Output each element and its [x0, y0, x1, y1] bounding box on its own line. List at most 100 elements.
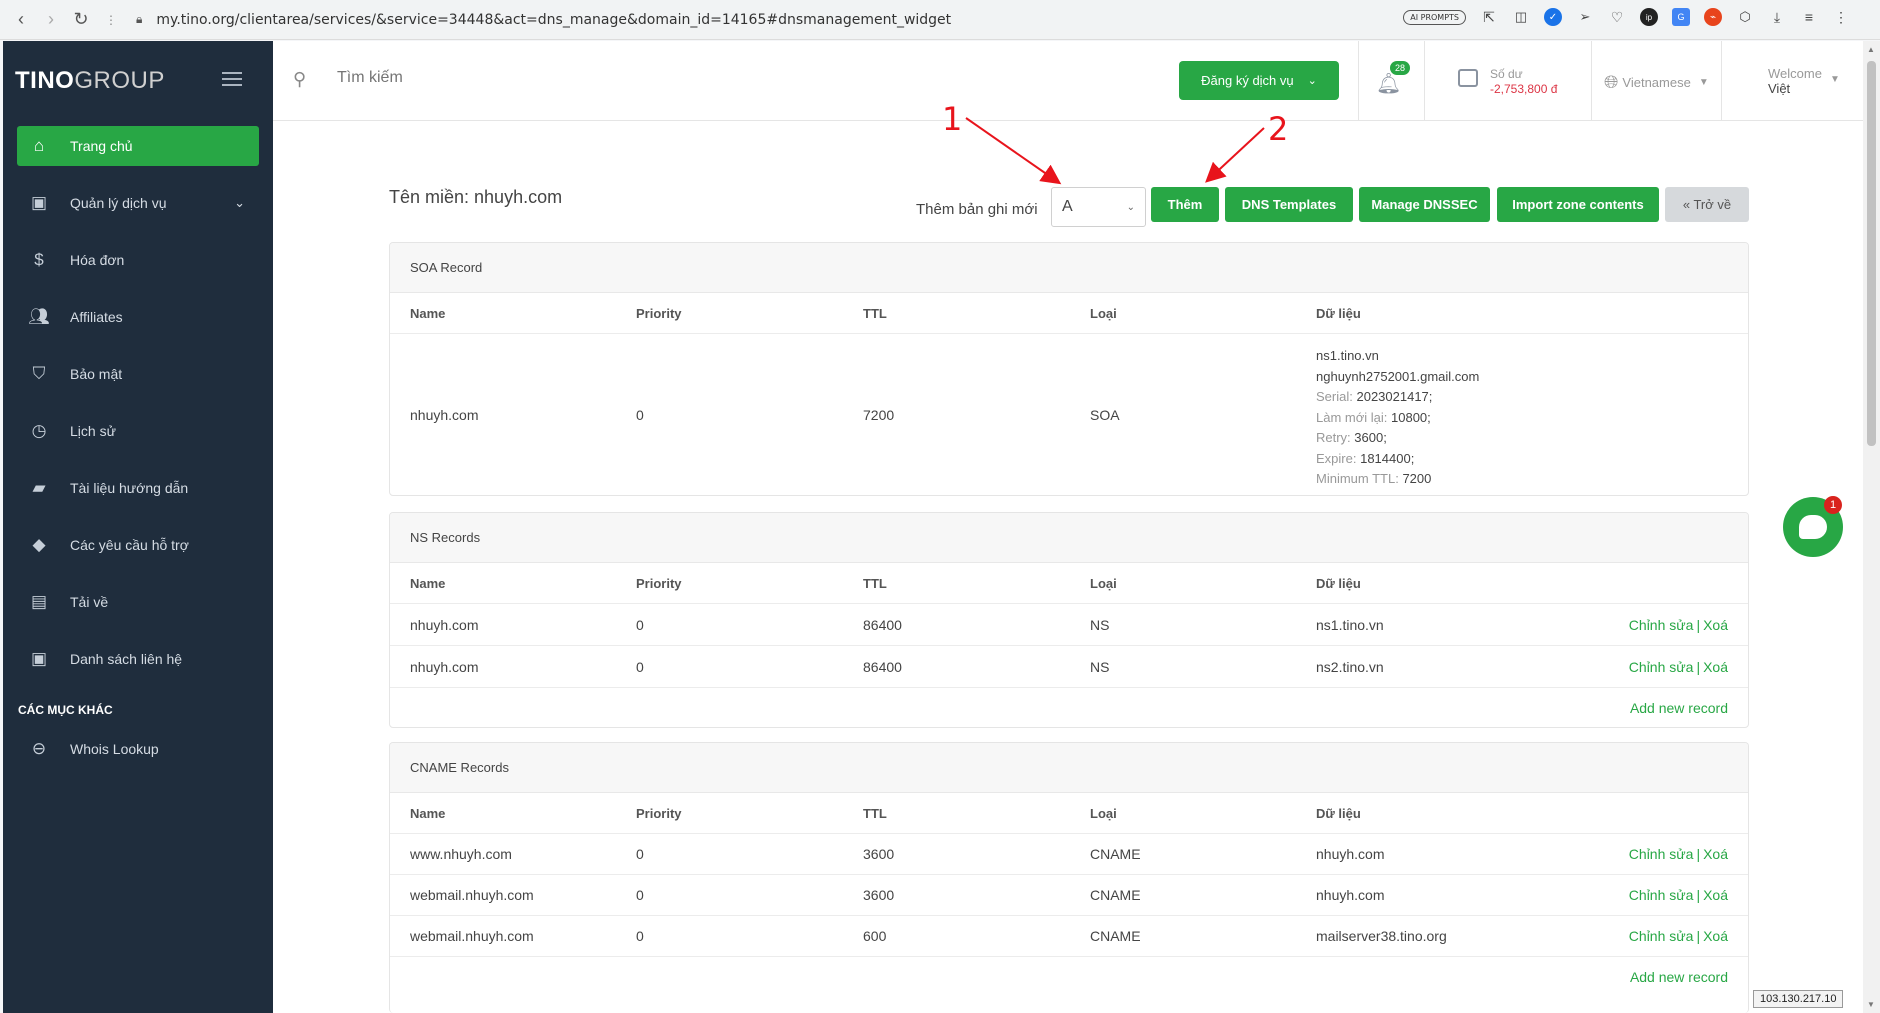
register-service-button[interactable]: Đăng ký dịch vụ ⌄ — [1179, 61, 1339, 100]
chevron-down-icon: ⌄ — [1307, 75, 1317, 87]
record-ttl: 3600 — [863, 887, 895, 903]
sidebar-menu: ⌂ Trang chủ ▣ Quản lý dịch vụ ⌄ $ Hóa đơ… — [3, 126, 273, 769]
ai-prompts-extension[interactable]: AI PROMPTS — [1403, 9, 1466, 25]
link-icon: ⊖ — [31, 739, 47, 758]
sidebar-item-affiliates[interactable]: 👥︎ Affiliates — [3, 288, 273, 345]
user-name[interactable]: Việt — [1768, 81, 1790, 96]
chat-unread-badge: 1 — [1824, 496, 1842, 514]
add-record-button[interactable]: Thêm — [1151, 187, 1219, 222]
share-icon[interactable]: ⇱ — [1480, 8, 1498, 26]
soa-min-ttl: 7200 — [1402, 471, 1432, 486]
delete-link[interactable]: Xoá — [1703, 659, 1728, 675]
column-header: Dữ liệu — [1316, 805, 1361, 821]
soa-record-card: SOA Record Name Priority TTL Loại Dữ liệ… — [389, 242, 1749, 496]
url-text[interactable]: my.tino.org/clientarea/services/&service… — [156, 12, 951, 28]
record-data: nhuyh.com — [1316, 846, 1385, 862]
reading-list-icon[interactable]: ≡ — [1800, 8, 1818, 26]
sidebar-item-services[interactable]: ▣ Quản lý dịch vụ ⌄ — [3, 174, 273, 231]
sidebar-item-label: Tải về — [70, 593, 109, 610]
table-header: Name Priority TTL Loại Dữ liệu — [390, 793, 1748, 834]
users-icon: 👥︎ — [28, 306, 50, 326]
delete-link[interactable]: Xoá — [1703, 617, 1728, 633]
sidebar-item-label: Whois Lookup — [70, 741, 159, 757]
cube-icon[interactable]: ⬡ — [1736, 8, 1754, 26]
translate-extension-icon[interactable]: G — [1672, 8, 1690, 26]
record-ttl: 86400 — [863, 616, 902, 633]
download-icon[interactable]: ⤓ — [1768, 8, 1786, 26]
add-new-record-link[interactable]: Add new record — [1630, 700, 1728, 716]
balance-value[interactable]: -2,753,800 đ — [1490, 82, 1557, 96]
ns-records-card: NS Records Name Priority TTL Loại Dữ liệ… — [389, 512, 1749, 728]
folder-icon: ▰ — [32, 477, 46, 497]
back-button[interactable]: « Trở về — [1665, 187, 1749, 222]
ip-extension-icon[interactable]: ip — [1640, 8, 1658, 26]
sidebar-item-history[interactable]: ◷ Lịch sử — [3, 402, 273, 459]
edit-link[interactable]: Chỉnh sửa — [1629, 846, 1694, 862]
sidebar-item-whois[interactable]: ⊖ Whois Lookup — [3, 729, 273, 769]
heart-icon[interactable]: ♡ — [1608, 8, 1626, 26]
scroll-down-arrow-icon[interactable]: ▼ — [1867, 1000, 1875, 1009]
domain-title: Tên miền: nhuyh.com — [389, 187, 563, 207]
red-extension-icon[interactable]: ⌁ — [1704, 8, 1722, 26]
camera-icon[interactable]: ◫ — [1512, 8, 1530, 26]
record-type-select[interactable]: A ⌄ — [1051, 187, 1146, 227]
hamburger-menu-icon[interactable] — [222, 72, 242, 90]
sidebar-item-docs[interactable]: ▰ Tài liệu hướng dẫn — [3, 459, 273, 516]
record-data: ns1.tino.vn — [1316, 616, 1384, 633]
table-header: Name Priority TTL Loại Dữ liệu — [390, 293, 1748, 334]
new-record-label: Thêm bản ghi mới — [916, 201, 1038, 218]
reload-icon[interactable]: ↻ — [66, 5, 96, 35]
record-priority: 0 — [636, 846, 644, 862]
add-new-record-link[interactable]: Add new record — [1630, 969, 1728, 985]
tino-group-logo[interactable]: TINOGROUP — [15, 67, 165, 95]
record-name: webmail.nhuyh.com — [410, 887, 534, 903]
sidebar-item-label: Trang chủ — [70, 138, 133, 154]
sidebar-item-home[interactable]: ⌂ Trang chủ — [17, 126, 259, 166]
edit-link[interactable]: Chỉnh sửa — [1629, 617, 1694, 633]
search-icon[interactable]: ⚲ — [293, 69, 306, 90]
record-name: www.nhuyh.com — [410, 846, 512, 862]
address-bar[interactable]: 🔒︎ my.tino.org/clientarea/services/&serv… — [136, 12, 951, 28]
column-header: Priority — [636, 575, 682, 591]
ticket-icon: ◆ — [32, 534, 46, 554]
delete-link[interactable]: Xoá — [1703, 928, 1728, 944]
forward-arrow-icon[interactable]: › — [36, 5, 66, 35]
record-data: nhuyh.com — [1316, 887, 1385, 903]
edit-link[interactable]: Chỉnh sửa — [1629, 659, 1694, 675]
dns-templates-button[interactable]: DNS Templates — [1225, 187, 1353, 222]
sidebar-item-downloads[interactable]: ▤ Tải về — [3, 573, 273, 630]
save-icon: ▤ — [30, 591, 48, 611]
language-dropdown[interactable]: 🌐︎ Vietnamese ▼ — [1604, 72, 1709, 93]
caret-down-icon[interactable]: ▼ — [1830, 74, 1840, 85]
back-arrow-icon[interactable]: ‹ — [6, 5, 36, 35]
import-zone-button[interactable]: Import zone contents — [1497, 187, 1659, 222]
delete-link[interactable]: Xoá — [1703, 846, 1728, 862]
page-scrollbar[interactable]: ▲ ▼ — [1863, 41, 1880, 1013]
scroll-up-arrow-icon[interactable]: ▲ — [1867, 45, 1875, 54]
add-new-record-row: Add new record — [390, 688, 1748, 727]
search-input[interactable] — [337, 69, 637, 87]
edit-link[interactable]: Chỉnh sửa — [1629, 928, 1694, 944]
manage-dnssec-button[interactable]: Manage DNSSEC — [1359, 187, 1490, 222]
sidebar-item-support[interactable]: ◆ Các yêu cầu hỗ trợ — [3, 516, 273, 573]
shield-check-extension-icon[interactable]: ✓ — [1544, 8, 1562, 26]
welcome-label[interactable]: Welcome — [1768, 66, 1822, 81]
sidebar-item-invoices[interactable]: $ Hóa đơn — [3, 231, 273, 288]
sidebar-item-security[interactable]: ⛉ Bảo mật — [3, 345, 273, 402]
delete-link[interactable]: Xoá — [1703, 887, 1728, 903]
record-actions: Chỉnh sửa | Xoá — [1628, 658, 1728, 675]
sidebar-item-label: Danh sách liên hệ — [70, 650, 183, 667]
edit-link[interactable]: Chỉnh sửa — [1629, 887, 1694, 903]
send-icon[interactable]: ➢ — [1576, 8, 1594, 26]
header-divider — [1591, 41, 1592, 121]
sidebar-item-label: Affiliates — [70, 308, 123, 325]
soa-data: ns1.tino.vn nghuynh2752001.gmail.com Ser… — [1316, 346, 1479, 490]
sidebar-item-contacts[interactable]: ▣ Danh sách liên hệ — [3, 630, 273, 687]
scroll-thumb[interactable] — [1867, 61, 1876, 446]
cname-records-card: CNAME Records Name Priority TTL Loại Dữ … — [389, 742, 1749, 1013]
record-data: mailserver38.tino.org — [1316, 928, 1447, 944]
table-header: Name Priority TTL Loại Dữ liệu — [390, 563, 1748, 604]
record-actions: Chỉnh sửa | Xoá — [1628, 928, 1728, 944]
sidebar-item-label: Hóa đơn — [70, 251, 125, 268]
browser-menu-icon[interactable]: ⋮ — [1832, 8, 1850, 26]
